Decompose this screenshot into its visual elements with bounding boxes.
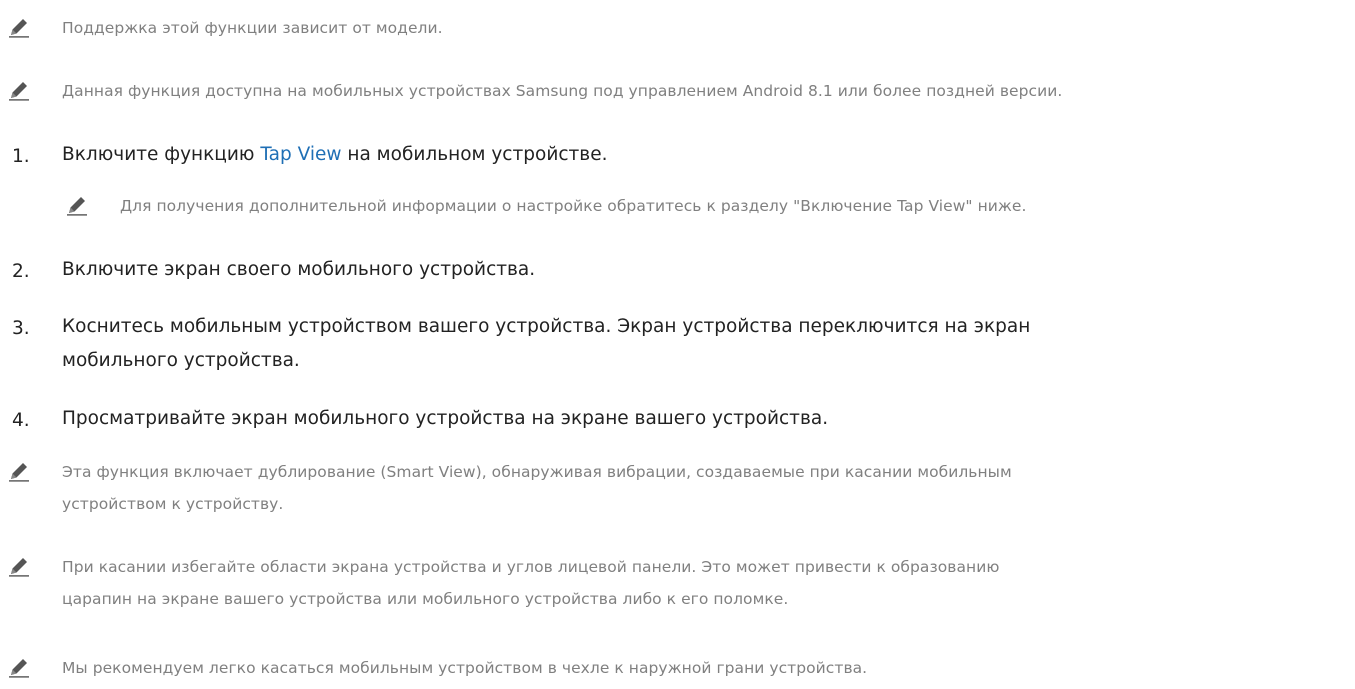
step-4: 4. Просматривайте экран мобильного устро… — [0, 404, 828, 438]
note-case-recommendation: Мы рекомендуем легко касаться мобильным … — [0, 656, 867, 684]
pencil-icon — [8, 79, 42, 105]
note-text: Для получения дополнительной информации … — [120, 197, 1027, 215]
pencil-icon — [8, 555, 42, 581]
note-text: Мы рекомендуем легко касаться мобильным … — [62, 659, 868, 677]
pencil-icon — [8, 656, 42, 682]
pencil-icon — [8, 460, 42, 486]
step-number: 3. — [12, 318, 30, 339]
step-1-note: Для получения дополнительной информации … — [58, 194, 1026, 222]
note-smart-view: Эта функция включает дублирование (Smart… — [0, 460, 1012, 520]
step-text-line-2: мобильного устройства. — [62, 350, 300, 371]
note-text: Поддержка этой функции зависит от модели… — [62, 19, 443, 37]
note-text-line-1: Эта функция включает дублирование (Smart… — [62, 463, 1012, 481]
note-text: При касании избегайте области экрана уст… — [62, 551, 999, 615]
step-number: 2. — [12, 261, 30, 282]
note-avoid-screen: При касании избегайте области экрана уст… — [0, 555, 999, 615]
step-3: 3. Коснитесь мобильным устройством вашег… — [0, 312, 1030, 378]
step-text: Включите экран своего мобильного устройс… — [62, 259, 536, 280]
note-text: Эта функция включает дублирование (Smart… — [62, 456, 1012, 520]
tap-view-link[interactable]: Tap View — [260, 144, 341, 165]
step-text: Включите функцию Tap View на мобильном у… — [62, 138, 607, 172]
note-text-line-1: При касании избегайте области экрана уст… — [62, 558, 1000, 576]
note-android-version: Данная функция доступна на мобильных уст… — [0, 79, 1062, 107]
pencil-icon — [66, 194, 100, 220]
step-text: Просматривайте экран мобильного устройст… — [62, 408, 829, 429]
note-text: Данная функция доступна на мобильных уст… — [62, 82, 1063, 100]
step-2: 2. Включите экран своего мобильного устр… — [0, 255, 535, 289]
step-number: 4. — [12, 410, 30, 431]
step-number: 1. — [12, 146, 30, 167]
note-text-line-2: царапин на экране вашего устройства или … — [62, 590, 789, 608]
step-text-after: на мобильном устройстве. — [341, 144, 608, 165]
step-1: 1. Включите функцию Tap View на мобильно… — [0, 140, 607, 174]
note-model-support: Поддержка этой функции зависит от модели… — [0, 16, 443, 44]
step-text-before: Включите функцию — [62, 144, 261, 165]
step-text-line-1: Коснитесь мобильным устройством вашего у… — [62, 316, 1031, 337]
pencil-icon — [8, 16, 42, 42]
note-text-line-2: устройством к устройству. — [62, 495, 284, 513]
step-text: Коснитесь мобильным устройством вашего у… — [62, 310, 1030, 378]
